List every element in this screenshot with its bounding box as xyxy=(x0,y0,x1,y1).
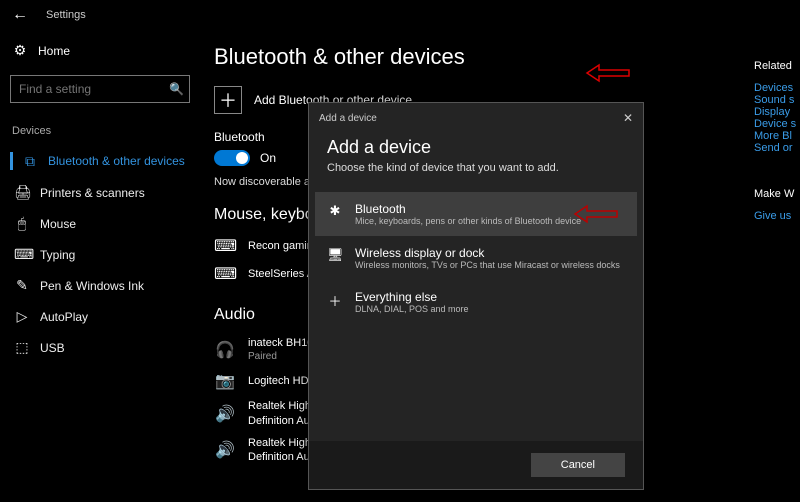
audio-icon: 📷 xyxy=(214,371,236,391)
feedback-link[interactable]: Give us xyxy=(754,210,800,222)
related-link[interactable]: Sound s xyxy=(754,94,800,106)
nav-label: AutoPlay xyxy=(40,310,88,324)
annotation-arrow-2 xyxy=(573,204,619,227)
dialog-title: Add a device xyxy=(327,137,625,158)
option-desc: DLNA, DIAL, POS and more xyxy=(355,304,469,314)
search-box[interactable]: 🔍 xyxy=(10,75,190,103)
nav-icon: ⌨ xyxy=(14,246,30,263)
window-header: ← Settings xyxy=(0,0,800,30)
plus-icon[interactable]: ＋ xyxy=(214,86,242,114)
nav-icon: ▷ xyxy=(14,308,30,325)
device-name: Realtek HighDefinition Au xyxy=(248,436,311,465)
option-desc: Wireless monitors, TVs or PCs that use M… xyxy=(355,260,620,270)
add-device-dialog: Add a device ✕ Add a device Choose the k… xyxy=(308,102,644,490)
keyboard-icon: ⌨ xyxy=(214,264,236,284)
nav-label: Pen & Windows Ink xyxy=(40,279,144,293)
option-icon: 🖥 xyxy=(327,247,343,270)
keyboard-icon: ⌨ xyxy=(214,236,236,256)
right-column: Related DevicesSound sDisplayDevice sMor… xyxy=(750,60,800,222)
page-title: Bluetooth & other devices xyxy=(214,44,786,70)
makew-header: Make W xyxy=(754,188,800,200)
sidebar: ⚙ Home 🔍 Devices ⧉ Bluetooth & other devi… xyxy=(0,30,200,502)
related-link[interactable]: Devices xyxy=(754,82,800,94)
search-input[interactable] xyxy=(19,82,169,96)
nav-icon: ⬚ xyxy=(14,339,30,356)
nav-icon: ✎ xyxy=(14,277,30,294)
audio-icon: 🔊 xyxy=(214,404,236,424)
related-link[interactable]: More Bl xyxy=(754,130,800,142)
home-label: Home xyxy=(38,44,70,58)
nav-label: Typing xyxy=(40,248,75,262)
device-name: Logitech HD xyxy=(248,374,309,388)
device-type-option[interactable]: ＋ Everything elseDLNA, DIAL, POS and more xyxy=(315,280,637,324)
dialog-subtitle: Choose the kind of device that you want … xyxy=(327,162,625,174)
device-name: Recon gamin xyxy=(248,239,313,253)
cancel-button[interactable]: Cancel xyxy=(531,453,625,477)
sidebar-item[interactable]: ⧉ Bluetooth & other devices xyxy=(10,145,190,177)
sidebar-item[interactable]: 🖱 Mouse xyxy=(10,208,190,239)
dialog-header-title: Add a device xyxy=(319,113,377,124)
dialog-footer: Cancel xyxy=(309,441,643,489)
sidebar-group-label: Devices xyxy=(10,125,190,137)
device-name: Realtek HighDefinition Au xyxy=(248,399,311,428)
option-title: Wireless display or dock xyxy=(355,246,620,260)
audio-icon: 🎧 xyxy=(214,340,236,360)
option-title: Everything else xyxy=(355,290,469,304)
device-type-option[interactable]: 🖥 Wireless display or dockWireless monito… xyxy=(315,236,637,280)
option-desc: Mice, keyboards, pens or other kinds of … xyxy=(355,216,581,226)
gear-icon: ⚙ xyxy=(12,42,28,59)
device-type-option[interactable]: ✱ BluetoothMice, keyboards, pens or other… xyxy=(315,192,637,236)
nav-label: Printers & scanners xyxy=(40,186,145,200)
search-icon: 🔍 xyxy=(169,82,184,96)
nav-icon: 🖱 xyxy=(14,215,30,232)
audio-icon: 🔊 xyxy=(214,440,236,460)
back-button[interactable]: ← xyxy=(12,6,28,24)
nav-label: Mouse xyxy=(40,217,76,231)
nav-icon: ⧉ xyxy=(22,153,38,170)
sidebar-item[interactable]: ▷ AutoPlay xyxy=(10,301,190,332)
bluetooth-toggle[interactable] xyxy=(214,150,250,166)
annotation-arrow-1 xyxy=(585,63,631,86)
sidebar-item[interactable]: ⬚ USB xyxy=(10,332,190,363)
related-link[interactable]: Device s xyxy=(754,118,800,130)
close-icon[interactable]: ✕ xyxy=(623,111,633,125)
bluetooth-state: On xyxy=(260,151,276,165)
nav-label: Bluetooth & other devices xyxy=(48,154,185,168)
option-icon: ＋ xyxy=(327,291,343,314)
option-icon: ✱ xyxy=(327,203,343,226)
nav-label: USB xyxy=(40,341,65,355)
window-title: Settings xyxy=(46,9,86,21)
sidebar-item[interactable]: ✎ Pen & Windows Ink xyxy=(10,270,190,301)
related-header: Related xyxy=(754,60,800,72)
nav-icon: 🖨 xyxy=(14,184,30,201)
related-link[interactable]: Send or xyxy=(754,142,800,154)
home-button[interactable]: ⚙ Home xyxy=(10,36,190,65)
option-title: Bluetooth xyxy=(355,202,581,216)
related-link[interactable]: Display xyxy=(754,106,800,118)
sidebar-item[interactable]: 🖨 Printers & scanners xyxy=(10,177,190,208)
sidebar-item[interactable]: ⌨ Typing xyxy=(10,239,190,270)
